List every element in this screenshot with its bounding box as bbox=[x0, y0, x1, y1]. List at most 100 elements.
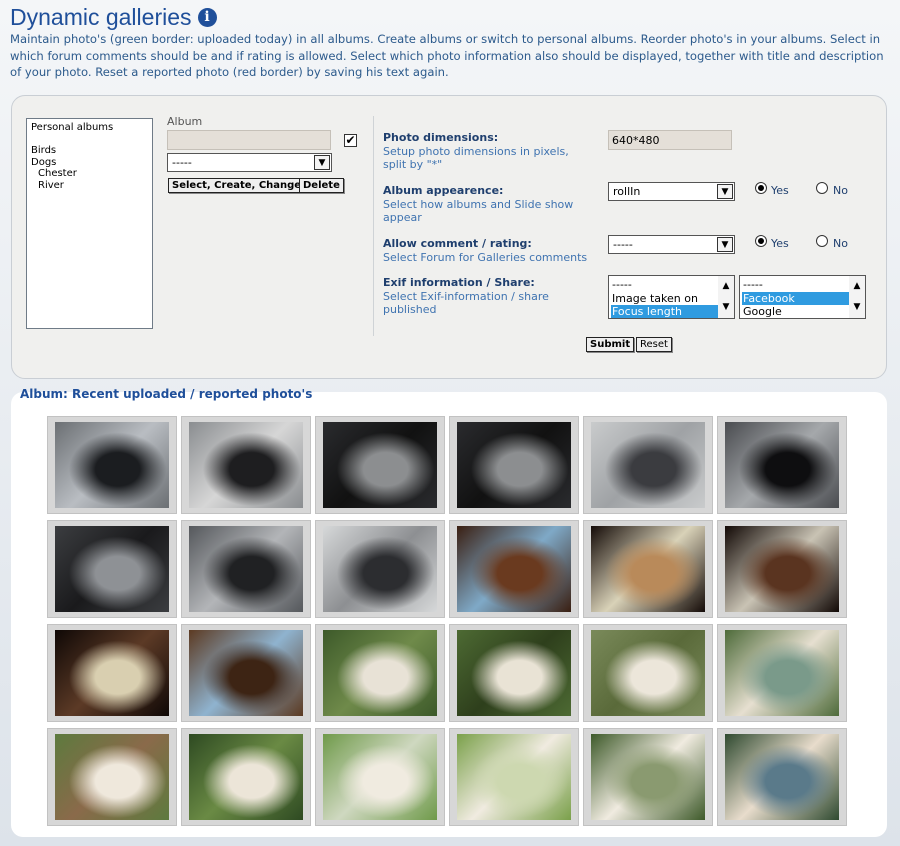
dog-photo bbox=[591, 734, 705, 820]
cockatiel-photo bbox=[457, 526, 571, 612]
exif-listbox[interactable]: ----- Image taken on Focus length ▲ ▼ bbox=[608, 275, 735, 319]
photo-thumbnail[interactable] bbox=[181, 416, 311, 514]
motorcycle-photo bbox=[323, 526, 437, 612]
photo-thumbnail[interactable] bbox=[449, 416, 579, 514]
select-create-change-button[interactable]: Select, Create, Change bbox=[168, 178, 306, 193]
chevron-up-icon[interactable]: ▲ bbox=[849, 276, 865, 297]
info-icon[interactable]: i bbox=[197, 8, 217, 27]
appearance-help: Select how albums and Slide show appear bbox=[383, 198, 574, 224]
appearance-yes-label: Yes bbox=[771, 184, 789, 197]
appearance-select-value: rollIn bbox=[613, 185, 641, 198]
comments-label: Allow comment / rating: bbox=[383, 237, 532, 250]
comments-yes-radio[interactable] bbox=[755, 235, 767, 247]
photo-thumbnail[interactable] bbox=[583, 728, 713, 826]
motorcycle-photo bbox=[591, 422, 705, 508]
page-title-text: Dynamic galleries bbox=[10, 4, 192, 30]
dimensions-label: Photo dimensions: bbox=[383, 131, 499, 144]
dimensions-input[interactable]: 640*480 bbox=[608, 130, 732, 150]
appearance-yes-radio[interactable] bbox=[755, 182, 767, 194]
photo-thumbnail[interactable] bbox=[583, 520, 713, 618]
chevron-down-icon: ▼ bbox=[717, 237, 733, 252]
photo-thumbnail[interactable] bbox=[181, 520, 311, 618]
comments-no-radio[interactable] bbox=[816, 235, 828, 247]
cockatiel-photo bbox=[55, 630, 169, 716]
album-tree-item[interactable]: Birds bbox=[31, 145, 148, 157]
photo-thumbnail[interactable] bbox=[717, 624, 847, 722]
album-select-value: ----- bbox=[172, 156, 192, 169]
appearance-no-radio[interactable] bbox=[816, 182, 828, 194]
dog-photo bbox=[323, 630, 437, 716]
cockatiel-photo bbox=[591, 526, 705, 612]
motorcycle-photo bbox=[189, 422, 303, 508]
listbox-option[interactable]: Image taken on bbox=[611, 292, 719, 306]
scrollbar[interactable]: ▲ ▼ bbox=[718, 276, 734, 318]
photo-thumbnail[interactable] bbox=[315, 624, 445, 722]
motorcycle-photo bbox=[55, 526, 169, 612]
divider bbox=[373, 116, 374, 336]
dimensions-help: Setup photo dimensions in pixels, split … bbox=[383, 145, 569, 171]
album-tree[interactable]: Personal albums Birds Dogs Chester River bbox=[26, 118, 153, 329]
gallery-title: Album: Recent uploaded / reported photo'… bbox=[20, 387, 313, 401]
dog-photo bbox=[725, 734, 839, 820]
listbox-option[interactable]: Focus length bbox=[611, 305, 719, 318]
album-name-input[interactable] bbox=[167, 130, 331, 150]
dog-photo bbox=[323, 734, 437, 820]
chevron-up-icon[interactable]: ▲ bbox=[718, 276, 734, 297]
photo-thumbnail[interactable] bbox=[315, 416, 445, 514]
photo-thumbnail[interactable] bbox=[47, 624, 177, 722]
album-label: Album bbox=[167, 115, 203, 128]
scrollbar[interactable]: ▲ ▼ bbox=[849, 276, 865, 318]
photo-thumbnail[interactable] bbox=[717, 728, 847, 826]
reset-button[interactable]: Reset bbox=[636, 337, 672, 352]
listbox-option[interactable]: ----- bbox=[742, 278, 850, 292]
photo-thumbnail[interactable] bbox=[583, 416, 713, 514]
appearance-label: Album appearence: bbox=[383, 184, 504, 197]
submit-button[interactable]: Submit bbox=[586, 337, 635, 352]
dog-photo bbox=[725, 630, 839, 716]
delete-button[interactable]: Delete bbox=[299, 178, 344, 193]
album-tree-item[interactable]: Dogs bbox=[31, 157, 148, 169]
settings-panel: Personal albums Birds Dogs Chester River Alb… bbox=[11, 95, 887, 379]
album-tree-item[interactable]: Personal albums bbox=[31, 122, 148, 134]
dog-photo bbox=[189, 734, 303, 820]
photo-thumbnail[interactable] bbox=[583, 624, 713, 722]
photo-thumbnail[interactable] bbox=[717, 520, 847, 618]
photo-thumbnail[interactable] bbox=[449, 624, 579, 722]
photo-thumbnail[interactable] bbox=[449, 728, 579, 826]
album-checkbox[interactable]: ✔ bbox=[344, 134, 357, 147]
chevron-down-icon[interactable]: ▼ bbox=[718, 297, 734, 318]
photo-thumbnail[interactable] bbox=[717, 416, 847, 514]
comments-select-value: ----- bbox=[613, 238, 633, 251]
photo-thumbnail[interactable] bbox=[449, 520, 579, 618]
chevron-down-icon: ▼ bbox=[314, 155, 330, 170]
cockatiel-photo bbox=[189, 630, 303, 716]
motorcycle-photo bbox=[189, 526, 303, 612]
photo-thumbnail[interactable] bbox=[315, 728, 445, 826]
comments-no-label: No bbox=[833, 237, 848, 250]
cockatiel-photo bbox=[725, 526, 839, 612]
motorcycle-photo bbox=[323, 422, 437, 508]
photo-thumbnail[interactable] bbox=[47, 520, 177, 618]
photo-thumbnail[interactable] bbox=[181, 728, 311, 826]
dog-photo bbox=[457, 734, 571, 820]
album-tree-item[interactable]: River bbox=[31, 180, 148, 192]
listbox-option[interactable]: Facebook bbox=[742, 291, 850, 305]
listbox-option[interactable]: Google bbox=[742, 305, 850, 318]
listbox-option[interactable]: ----- bbox=[611, 278, 719, 292]
album-tree-item[interactable]: Chester bbox=[31, 168, 148, 180]
chevron-down-icon[interactable]: ▼ bbox=[849, 297, 865, 318]
photo-thumbnail[interactable] bbox=[47, 416, 177, 514]
comments-select[interactable]: ----- ▼ bbox=[608, 235, 735, 254]
photo-thumbnail[interactable] bbox=[181, 624, 311, 722]
share-listbox[interactable]: ----- Facebook Google ▲ ▼ bbox=[739, 275, 866, 319]
motorcycle-photo bbox=[457, 422, 571, 508]
motorcycle-photo bbox=[725, 422, 839, 508]
dog-photo bbox=[591, 630, 705, 716]
appearance-select[interactable]: rollIn ▼ bbox=[608, 182, 735, 201]
dog-photo bbox=[457, 630, 571, 716]
dog-photo bbox=[55, 734, 169, 820]
album-select[interactable]: ----- ▼ bbox=[167, 153, 332, 172]
photo-thumbnail[interactable] bbox=[315, 520, 445, 618]
photo-thumbnail[interactable] bbox=[47, 728, 177, 826]
